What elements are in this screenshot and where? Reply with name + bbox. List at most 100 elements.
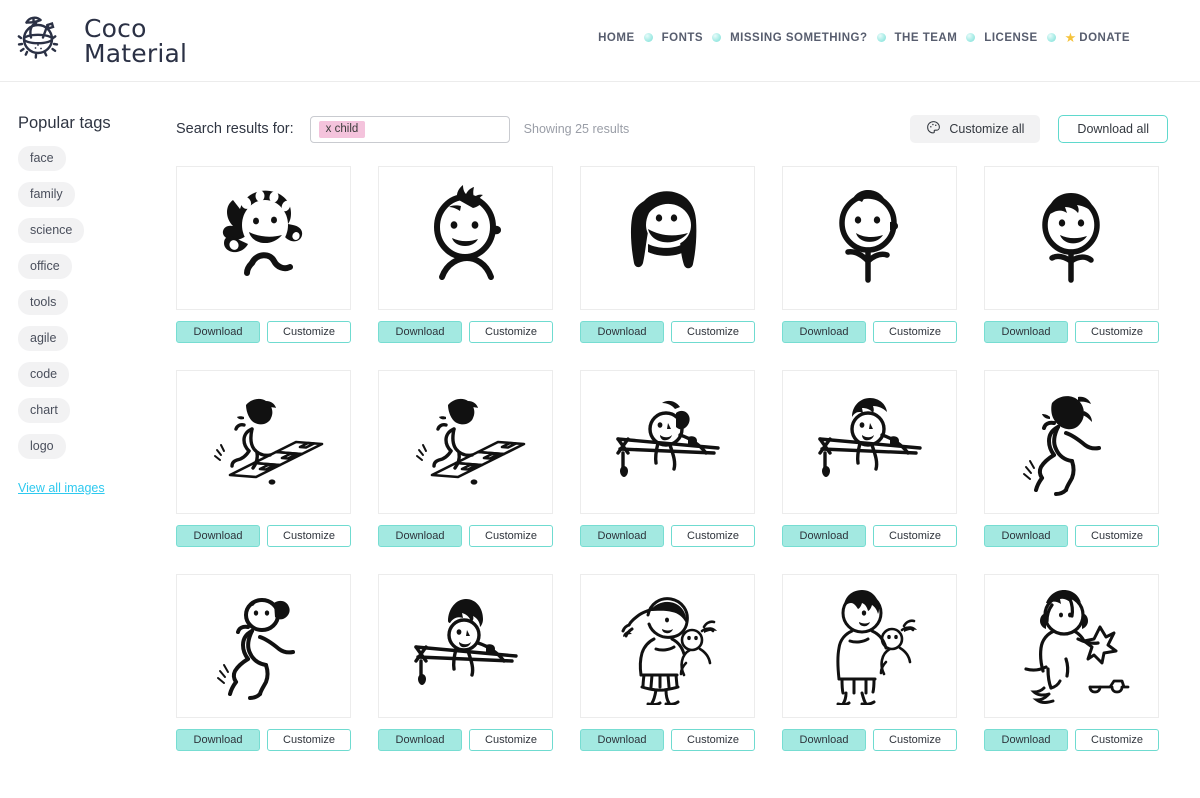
nav-item-donate-label[interactable]: DONATE <box>1079 32 1130 44</box>
nav-item-fonts[interactable]: FONTS <box>662 32 703 44</box>
sidebar-tag-tools[interactable]: tools <box>18 290 69 315</box>
sidebar-title: Popular tags <box>18 114 111 132</box>
download-button[interactable]: Download <box>984 729 1068 751</box>
nav-item-donate[interactable]: ★ DONATE <box>1065 31 1130 44</box>
customize-button[interactable]: Customize <box>671 525 755 547</box>
sidebar-tag-logo[interactable]: logo <box>18 434 66 459</box>
download-button[interactable]: Download <box>378 729 462 751</box>
download-all-button[interactable]: Download all <box>1058 115 1168 143</box>
customize-button[interactable]: Customize <box>1075 525 1159 547</box>
result-card: Download Customize <box>580 574 755 751</box>
download-button[interactable]: Download <box>580 321 664 343</box>
boy-dark-hair-icon <box>1041 193 1100 283</box>
customize-button[interactable]: Customize <box>267 729 351 751</box>
sidebar-tag-code[interactable]: code <box>18 362 70 387</box>
card-actions: Download Customize <box>984 525 1159 547</box>
illustration-thumbnail[interactable] <box>782 370 957 514</box>
card-actions: Download Customize <box>378 729 553 751</box>
sidebar-tag-office[interactable]: office <box>18 254 72 279</box>
child-toys-icon <box>1023 590 1129 704</box>
customize-button[interactable]: Customize <box>1075 729 1159 751</box>
hopscotch-icon <box>213 398 323 485</box>
child-doll-icon <box>835 590 917 705</box>
card-actions: Download Customize <box>580 729 755 751</box>
star-icon: ★ <box>1064 30 1077 45</box>
illustration-thumbnail[interactable] <box>580 574 755 718</box>
tag-row: chart <box>18 398 176 434</box>
sidebar: Popular tags face family science office … <box>0 114 176 751</box>
illustration-thumbnail[interactable] <box>984 370 1159 514</box>
nav-item-missing-something[interactable]: MISSING SOMETHING? <box>730 32 867 44</box>
illustration-thumbnail[interactable] <box>782 166 957 310</box>
running-child-icon <box>1022 396 1101 496</box>
baby-face-icon <box>433 185 501 280</box>
customize-all-button[interactable]: Customize all <box>910 115 1041 143</box>
customize-button[interactable]: Customize <box>469 525 553 547</box>
customize-button[interactable]: Customize <box>873 729 957 751</box>
result-card: Download Customize <box>782 166 957 343</box>
sidebar-tag-family[interactable]: family <box>18 182 75 207</box>
download-button[interactable]: Download <box>782 729 866 751</box>
download-button[interactable]: Download <box>580 729 664 751</box>
result-card: Download Customize <box>782 370 957 547</box>
download-button[interactable]: Download <box>378 525 462 547</box>
illustration-thumbnail[interactable] <box>378 574 553 718</box>
customize-button[interactable]: Customize <box>671 729 755 751</box>
illustration-thumbnail[interactable] <box>984 166 1159 310</box>
download-button[interactable]: Download <box>580 525 664 547</box>
customize-button[interactable]: Customize <box>671 321 755 343</box>
download-button[interactable]: Download <box>782 525 866 547</box>
customize-button[interactable]: Customize <box>1075 321 1159 343</box>
download-button[interactable]: Download <box>984 525 1068 547</box>
coconut-drink-icon <box>14 11 76 71</box>
result-card: Download Customize <box>378 574 553 751</box>
view-all-images-link[interactable]: View all images <box>18 481 105 495</box>
nav-item-the-team[interactable]: THE TEAM <box>895 32 958 44</box>
customize-button[interactable]: Customize <box>267 321 351 343</box>
customize-button[interactable]: Customize <box>873 321 957 343</box>
card-actions: Download Customize <box>782 321 957 343</box>
logo-wordmark: Coco Material <box>84 16 187 66</box>
download-button[interactable]: Download <box>378 321 462 343</box>
dot-separator-icon <box>643 33 653 42</box>
card-actions: Download Customize <box>984 321 1159 343</box>
search-tag-chip[interactable]: x child <box>318 120 366 138</box>
dot-separator-icon <box>966 33 976 42</box>
child-fence-icon <box>615 400 720 477</box>
illustration-thumbnail[interactable] <box>984 574 1159 718</box>
sidebar-tag-chart[interactable]: chart <box>18 398 70 423</box>
illustration-thumbnail[interactable] <box>176 370 351 514</box>
illustration-thumbnail[interactable] <box>580 166 755 310</box>
sidebar-tag-science[interactable]: science <box>18 218 85 243</box>
illustration-thumbnail[interactable] <box>378 166 553 310</box>
download-button[interactable]: Download <box>782 321 866 343</box>
customize-button[interactable]: Customize <box>469 729 553 751</box>
illustration-thumbnail[interactable] <box>176 166 351 310</box>
card-actions: Download Customize <box>176 525 351 547</box>
result-card: Download Customize <box>580 370 755 547</box>
results-count: Showing 25 results <box>523 122 630 136</box>
illustration-thumbnail[interactable] <box>378 370 553 514</box>
illustration-thumbnail[interactable] <box>782 574 957 718</box>
customize-button[interactable]: Customize <box>873 525 957 547</box>
download-button[interactable]: Download <box>176 321 260 343</box>
search-results-label: Search results for: <box>176 121 294 137</box>
customize-button[interactable]: Customize <box>267 525 351 547</box>
search-input[interactable]: x child <box>309 115 510 143</box>
nav-item-home[interactable]: HOME <box>598 32 635 44</box>
tag-row: family <box>18 182 176 218</box>
sidebar-tag-agile[interactable]: agile <box>18 326 69 351</box>
palette-icon <box>926 120 941 138</box>
site-logo[interactable]: Coco Material <box>14 11 187 71</box>
nav-item-license[interactable]: LICENSE <box>984 32 1037 44</box>
download-button[interactable]: Download <box>984 321 1068 343</box>
card-actions: Download Customize <box>378 525 553 547</box>
download-button[interactable]: Download <box>176 729 260 751</box>
hopscotch-icon <box>415 398 525 485</box>
illustration-thumbnail[interactable] <box>176 574 351 718</box>
illustration-thumbnail[interactable] <box>580 370 755 514</box>
page-body: Popular tags face family science office … <box>0 82 1200 751</box>
download-button[interactable]: Download <box>176 525 260 547</box>
sidebar-tag-face[interactable]: face <box>18 146 66 171</box>
customize-button[interactable]: Customize <box>469 321 553 343</box>
